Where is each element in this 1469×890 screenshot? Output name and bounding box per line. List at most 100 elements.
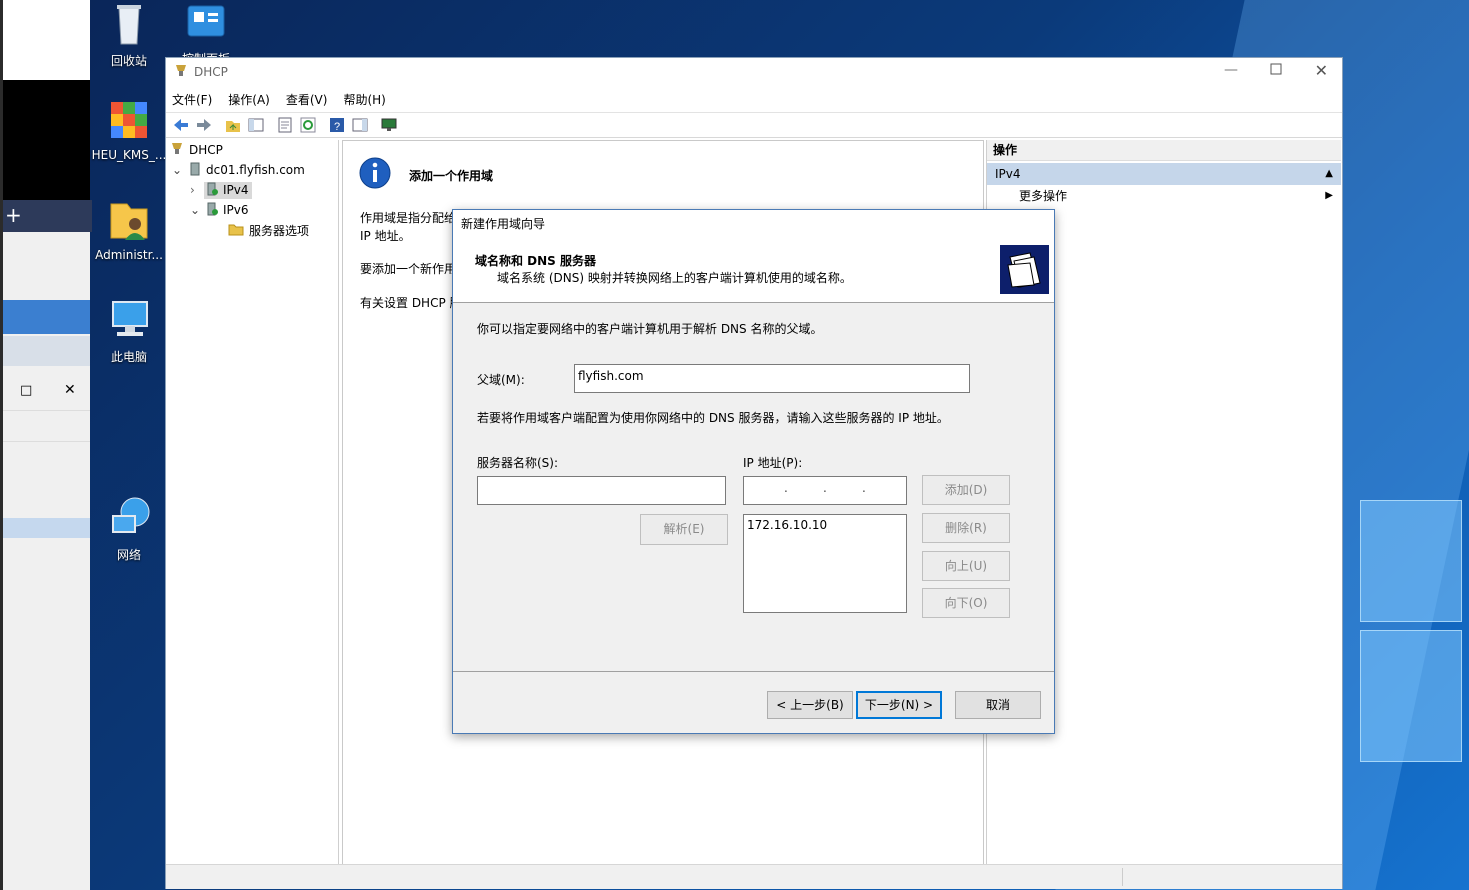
footer-divider — [453, 671, 1054, 672]
back-arrow-icon[interactable] — [172, 116, 190, 134]
close-icon[interactable]: ✕ — [64, 382, 76, 398]
ip-address-list[interactable]: 172.16.10.10 — [743, 514, 907, 613]
move-up-button[interactable]: 向上(U) — [922, 551, 1010, 581]
ipv4-icon — [207, 182, 219, 199]
network-label: 网络 — [116, 548, 141, 562]
toolbar: ? — [166, 113, 1342, 138]
info-text-2: 要添加一个新作用 — [360, 262, 457, 276]
add-tab-icon[interactable]: + — [3, 200, 92, 232]
this-pc-shortcut[interactable]: 此电脑 — [89, 296, 169, 365]
selected-row — [3, 518, 90, 538]
up-folder-icon[interactable] — [224, 116, 242, 134]
cancel-button[interactable]: 取消 — [955, 691, 1041, 719]
panel-strip — [3, 336, 90, 366]
info-text-1b: IP 地址。 — [360, 229, 411, 243]
recycle-bin-label: 回收站 — [110, 54, 147, 68]
dhcp-app-icon — [174, 64, 188, 81]
info-text-3: 有关设置 DHCP 服 — [360, 296, 462, 310]
tree-label-ipv4: IPv4 — [223, 183, 249, 197]
window-title: DHCP — [194, 65, 228, 79]
close-button[interactable]: ✕ — [1315, 61, 1328, 80]
info-text-1a: 作用域是指分配给 — [360, 211, 457, 225]
console-tree: DHCP ⌄ dc01.flyfish.com › IPv4 ⌄ IPv6 服务… — [166, 140, 339, 864]
move-down-button[interactable]: 向下(O) — [922, 588, 1010, 618]
info-icon — [359, 157, 391, 192]
dhcp-icon — [170, 142, 184, 159]
dns-config-note: 若要将作用域客户端配置为使用你网络中的 DNS 服务器，请输入这些服务器的 IP… — [477, 411, 949, 425]
server-options-icon — [228, 222, 244, 239]
parent-domain-field[interactable]: flyfish.com — [574, 364, 970, 393]
show-hide-tree-icon[interactable] — [247, 116, 265, 134]
tree-item-ipv6[interactable]: ⌄ IPv6 — [166, 200, 338, 220]
remove-button[interactable]: 删除(R) — [922, 513, 1010, 543]
add-button[interactable]: 添加(D) — [922, 475, 1010, 505]
tree-label-server: dc01.flyfish.com — [206, 163, 305, 177]
status-bar — [166, 864, 1342, 889]
action-pane-icon[interactable] — [351, 116, 369, 134]
ip-address-label: IP 地址(P): — [743, 456, 803, 470]
more-actions-label: 更多操作 — [1019, 189, 1068, 203]
tree-item-dhcp[interactable]: DHCP — [166, 140, 338, 160]
parent-domain-value: flyfish.com — [578, 369, 644, 383]
network-shortcut[interactable]: 网络 — [89, 494, 169, 563]
collapse-up-icon[interactable]: ▲ — [1325, 163, 1333, 185]
this-pc-label: 此电脑 — [110, 350, 147, 364]
back-button[interactable]: < 上一步(B) — [767, 691, 853, 719]
chevron-down-icon[interactable]: ⌄ — [190, 203, 204, 217]
recycle-bin-shortcut[interactable]: 回收站 — [89, 0, 169, 69]
kms-shortcut[interactable]: HEU_KMS_... — [89, 96, 169, 162]
ip-address-input[interactable]: . . . — [743, 476, 907, 505]
control-panel-icon — [182, 0, 230, 48]
administrator-label: Administr... — [95, 248, 163, 262]
refresh-icon[interactable] — [299, 116, 317, 134]
minimize-button[interactable]: — — [1224, 62, 1238, 78]
windows-logo-pane — [1360, 500, 1462, 622]
administrator-shortcut[interactable]: Administr... — [89, 196, 169, 262]
chevron-down-icon[interactable]: ⌄ — [172, 163, 186, 177]
wizard-page-subtitle: 域名系统 (DNS) 映射并转换网络上的客户端计算机使用的域名称。 — [497, 271, 852, 285]
help-icon[interactable]: ? — [328, 116, 346, 134]
actions-section-label: IPv4 — [995, 167, 1021, 181]
network-icon — [105, 494, 153, 542]
submenu-arrow-icon: ▶ — [1325, 190, 1333, 201]
next-button[interactable]: 下一步(N) > — [856, 691, 942, 719]
page-heading: 添加一个作用域 — [409, 169, 494, 183]
title-bar: DHCP — ✕ — [166, 58, 1342, 86]
user-folder-icon — [105, 196, 153, 244]
server-name-input[interactable] — [477, 476, 726, 505]
svg-text:?: ? — [334, 121, 340, 133]
toolbar-strip — [3, 410, 90, 442]
kms-activator-icon — [105, 96, 153, 144]
new-scope-wizard: 新建作用域向导 域名称和 DNS 服务器 域名系统 (DNS) 映射并转换网络上… — [452, 209, 1055, 734]
more-actions-item[interactable]: 更多操作 ▶ — [987, 185, 1341, 207]
wizard-header: 域名称和 DNS 服务器 域名系统 (DNS) 映射并转换网络上的客户端计算机使… — [453, 238, 1054, 303]
ip-list-item[interactable]: 172.16.10.10 — [747, 518, 827, 532]
tree-label-dhcp: DHCP — [189, 143, 223, 157]
properties-icon[interactable] — [276, 116, 294, 134]
menu-file[interactable]: 文件(F) — [172, 91, 212, 108]
server-name-label: 服务器名称(S): — [477, 456, 559, 470]
maximize-button[interactable] — [1270, 63, 1282, 78]
forward-arrow-icon[interactable] — [195, 116, 213, 134]
menu-view[interactable]: 查看(V) — [286, 91, 328, 108]
actions-header: 操作 — [987, 140, 1341, 161]
chevron-right-icon[interactable]: › — [190, 183, 204, 197]
windows-logo-pane — [1360, 630, 1462, 762]
tree-item-server[interactable]: ⌄ dc01.flyfish.com — [166, 160, 338, 180]
recycle-bin-icon — [105, 0, 153, 48]
menu-action[interactable]: 操作(A) — [228, 91, 270, 108]
actions-section-ipv4[interactable]: IPv4 ▲ — [987, 163, 1341, 185]
menu-help[interactable]: 帮助(H) — [343, 91, 385, 108]
tree-item-ipv4[interactable]: › IPv4 — [166, 180, 338, 200]
server-icon — [190, 162, 200, 179]
monitor-icon[interactable] — [380, 116, 398, 134]
resolve-button[interactable]: 解析(E) — [640, 514, 728, 545]
wizard-folders-icon — [1000, 245, 1049, 294]
wizard-intro-text: 你可以指定要网络中的客户端计算机用于解析 DNS 名称的父域。 — [477, 322, 823, 336]
tree-item-server-options[interactable]: 服务器选项 — [166, 220, 338, 240]
ipv6-icon — [207, 202, 219, 219]
wizard-page-title: 域名称和 DNS 服务器 — [475, 254, 597, 268]
parent-domain-label: 父域(M): — [477, 373, 525, 387]
this-pc-icon — [105, 296, 153, 344]
maximize-icon[interactable]: □ — [20, 383, 32, 398]
